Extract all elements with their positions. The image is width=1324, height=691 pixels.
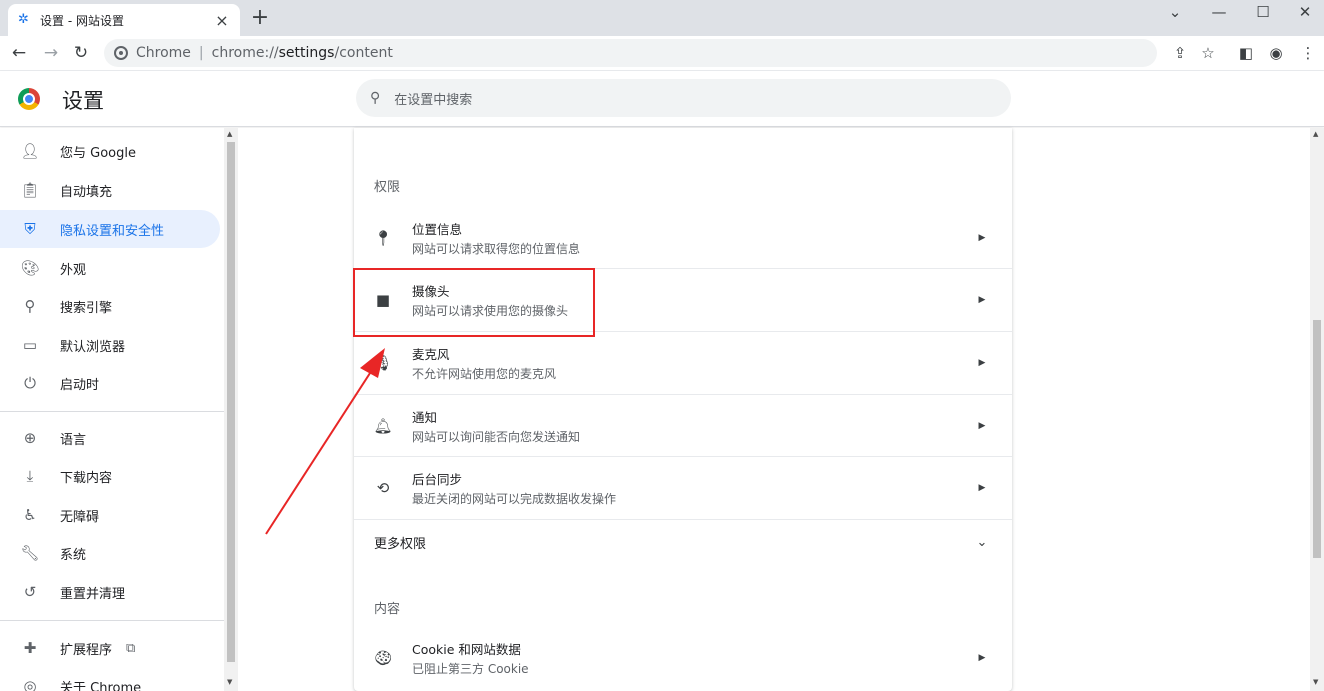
content-heading: 内容 [374,602,401,617]
search-icon: ⚲ [370,90,381,106]
url-text: chrome://settings/content [211,45,393,61]
permission-row-microphone[interactable]: 🎙︎ 麦克风 不允许网站使用您的麦克风 ▶ [354,331,1012,394]
profile-icon[interactable]: ◉ [1264,41,1288,65]
sidebar-item-system[interactable]: 🔧︎ 系统 [0,534,220,572]
person-icon: 👤︎ [20,142,40,160]
permissions-heading: 权限 [374,180,401,195]
chevron-right-icon: ▶ [978,652,986,663]
sidebar-item-you-and-google[interactable]: 👤︎ 您与 Google [0,132,220,170]
puzzle-icon: ✚ [23,639,37,657]
bookmark-star-icon[interactable]: ☆ [1196,41,1220,65]
share-icon[interactable]: ⇪ [1168,41,1192,65]
scroll-up-icon[interactable]: ▲ [227,130,232,138]
chevron-right-icon: ▶ [978,421,986,431]
tab-title: 设置 - 网站设置 [40,13,124,28]
search-placeholder: 在设置中搜索 [394,92,473,108]
sidebar-item-on-startup[interactable]: ⏻ 启动时 [0,364,220,402]
forward-button[interactable]: → [38,40,64,66]
power-icon: ⏻ [24,374,36,392]
mic-icon: 🎙︎ [373,354,393,372]
site-label: Chrome [136,45,191,61]
gear-icon: ✲ [18,12,29,27]
chrome-site-icon [114,46,128,60]
scrollbar-thumb[interactable] [227,142,235,662]
palette-icon: 🎨︎ [20,259,40,277]
content-row-cookies[interactable]: 🍪︎ Cookie 和网站数据 已阻止第三方 Cookie ▶ [354,626,1012,689]
bell-icon: 🔔︎ [373,417,393,435]
chevron-right-icon: ▶ [978,483,986,493]
location-icon: 📍︎ [373,228,393,247]
sidebar-divider [0,411,224,412]
minimize-button[interactable]: — [1196,0,1242,36]
wrench-icon: 🔧︎ [20,544,40,562]
scroll-down-icon[interactable]: ▼ [1313,678,1318,686]
scrollbar-thumb[interactable] [1313,320,1321,558]
download-icon: ⤓ [26,467,34,485]
sidebar-item-languages[interactable]: ⊕ 语言 [0,419,220,457]
sidebar-item-default-browser[interactable]: ▭ 默认浏览器 [0,326,220,364]
main-scrollbar[interactable]: ▲ ▼ [1310,128,1324,691]
sidebar-item-privacy[interactable]: ⛨ 隐私设置和安全性 [0,210,220,248]
chevron-down-icon: ⌄ [976,534,988,550]
accessibility-icon: ♿︎ [23,506,37,524]
menu-icon[interactable]: ⋮ [1296,41,1320,65]
tab-search-button[interactable]: ⌄ [1152,0,1198,36]
search-icon: ⚲ [24,297,36,315]
sidebar-item-autofill[interactable]: 📋︎ 自动填充 [0,171,220,209]
globe-icon: ⊕ [23,429,37,447]
browser-icon: ▭ [22,336,38,354]
permission-row-notifications[interactable]: 🔔︎ 通知 网站可以询问能否向您发送通知 ▶ [354,394,1012,457]
address-bar[interactable]: Chrome | chrome://settings/content [104,39,1157,67]
maximize-button[interactable]: ☐ [1240,0,1286,36]
chevron-right-icon: ▶ [978,358,986,368]
settings-header: 设置 ⚲ 在设置中搜索 [0,71,1324,127]
restore-icon: ↺ [23,583,37,601]
sidebar-item-appearance[interactable]: 🎨︎ 外观 [0,249,220,287]
tab-strip: ✲ 设置 - 网站设置 × + ⌄ — ☐ ✕ [0,0,1324,36]
settings-sidebar: 👤︎ 您与 Google 📋︎ 自动填充 ⛨ 隐私设置和安全性 🎨︎ 外观 ⚲ 搜索引擎 … [0,128,224,691]
scroll-up-icon[interactable]: ▲ [1313,130,1318,138]
settings-main: 权限 📍︎ 位置信息 网站可以请求取得您的位置信息 ▶ ■ 摄像头 网站可以请求使用… [238,128,1310,691]
scroll-down-icon[interactable]: ▼ [227,678,232,686]
settings-search-input[interactable]: ⚲ 在设置中搜索 [356,79,1011,117]
back-button[interactable]: ← [6,40,32,66]
permission-row-location[interactable]: 📍︎ 位置信息 网站可以请求取得您的位置信息 ▶ [354,206,1012,269]
new-tab-button[interactable]: + [250,6,270,30]
tab-settings[interactable]: ✲ 设置 - 网站设置 × [8,4,240,36]
cookie-icon: 🍪︎ [373,648,393,667]
chevron-right-icon: ▶ [978,295,986,305]
shield-icon: ⛨ [24,220,36,238]
sidebar-item-about[interactable]: ◎ 关于 Chrome [0,667,220,691]
side-panel-icon[interactable]: ◧ [1234,41,1258,65]
sidebar-item-accessibility[interactable]: ♿︎ 无障碍 [0,496,220,534]
reload-button[interactable]: ↻ [68,40,94,66]
sidebar-scrollbar[interactable]: ▲ ▼ [224,128,238,691]
close-window-button[interactable]: ✕ [1282,0,1324,36]
sidebar-item-downloads[interactable]: ⤓ 下载内容 [0,457,220,495]
page-title: 设置 [62,89,104,113]
clipboard-icon: 📋︎ [20,181,40,199]
sidebar-item-extensions[interactable]: ✚ 扩展程序 ⧉ [0,629,220,667]
sidebar-item-search-engine[interactable]: ⚲ 搜索引擎 [0,287,220,325]
chrome-logo-icon [18,88,40,110]
site-settings-card: 权限 📍︎ 位置信息 网站可以请求取得您的位置信息 ▶ ■ 摄像头 网站可以请求使用… [354,128,1012,691]
tab-close-icon[interactable]: × [214,11,230,30]
more-permissions-toggle[interactable]: 更多权限 ⌄ [354,519,1012,564]
external-link-icon: ⧉ [126,640,136,656]
chrome-icon: ◎ [23,677,37,691]
permission-row-background-sync[interactable]: ⟲ 后台同步 最近关闭的网站可以完成数据收发操作 ▶ [354,456,1012,519]
browser-toolbar: ← → ↻ Chrome | chrome://settings/content… [0,36,1324,71]
sidebar-divider [0,620,224,621]
url-separator: | [198,45,204,61]
camera-highlight-box [353,268,595,337]
sidebar-item-reset[interactable]: ↺ 重置并清理 [0,573,220,611]
chevron-right-icon: ▶ [978,232,986,243]
sync-icon: ⟲ [376,479,390,497]
